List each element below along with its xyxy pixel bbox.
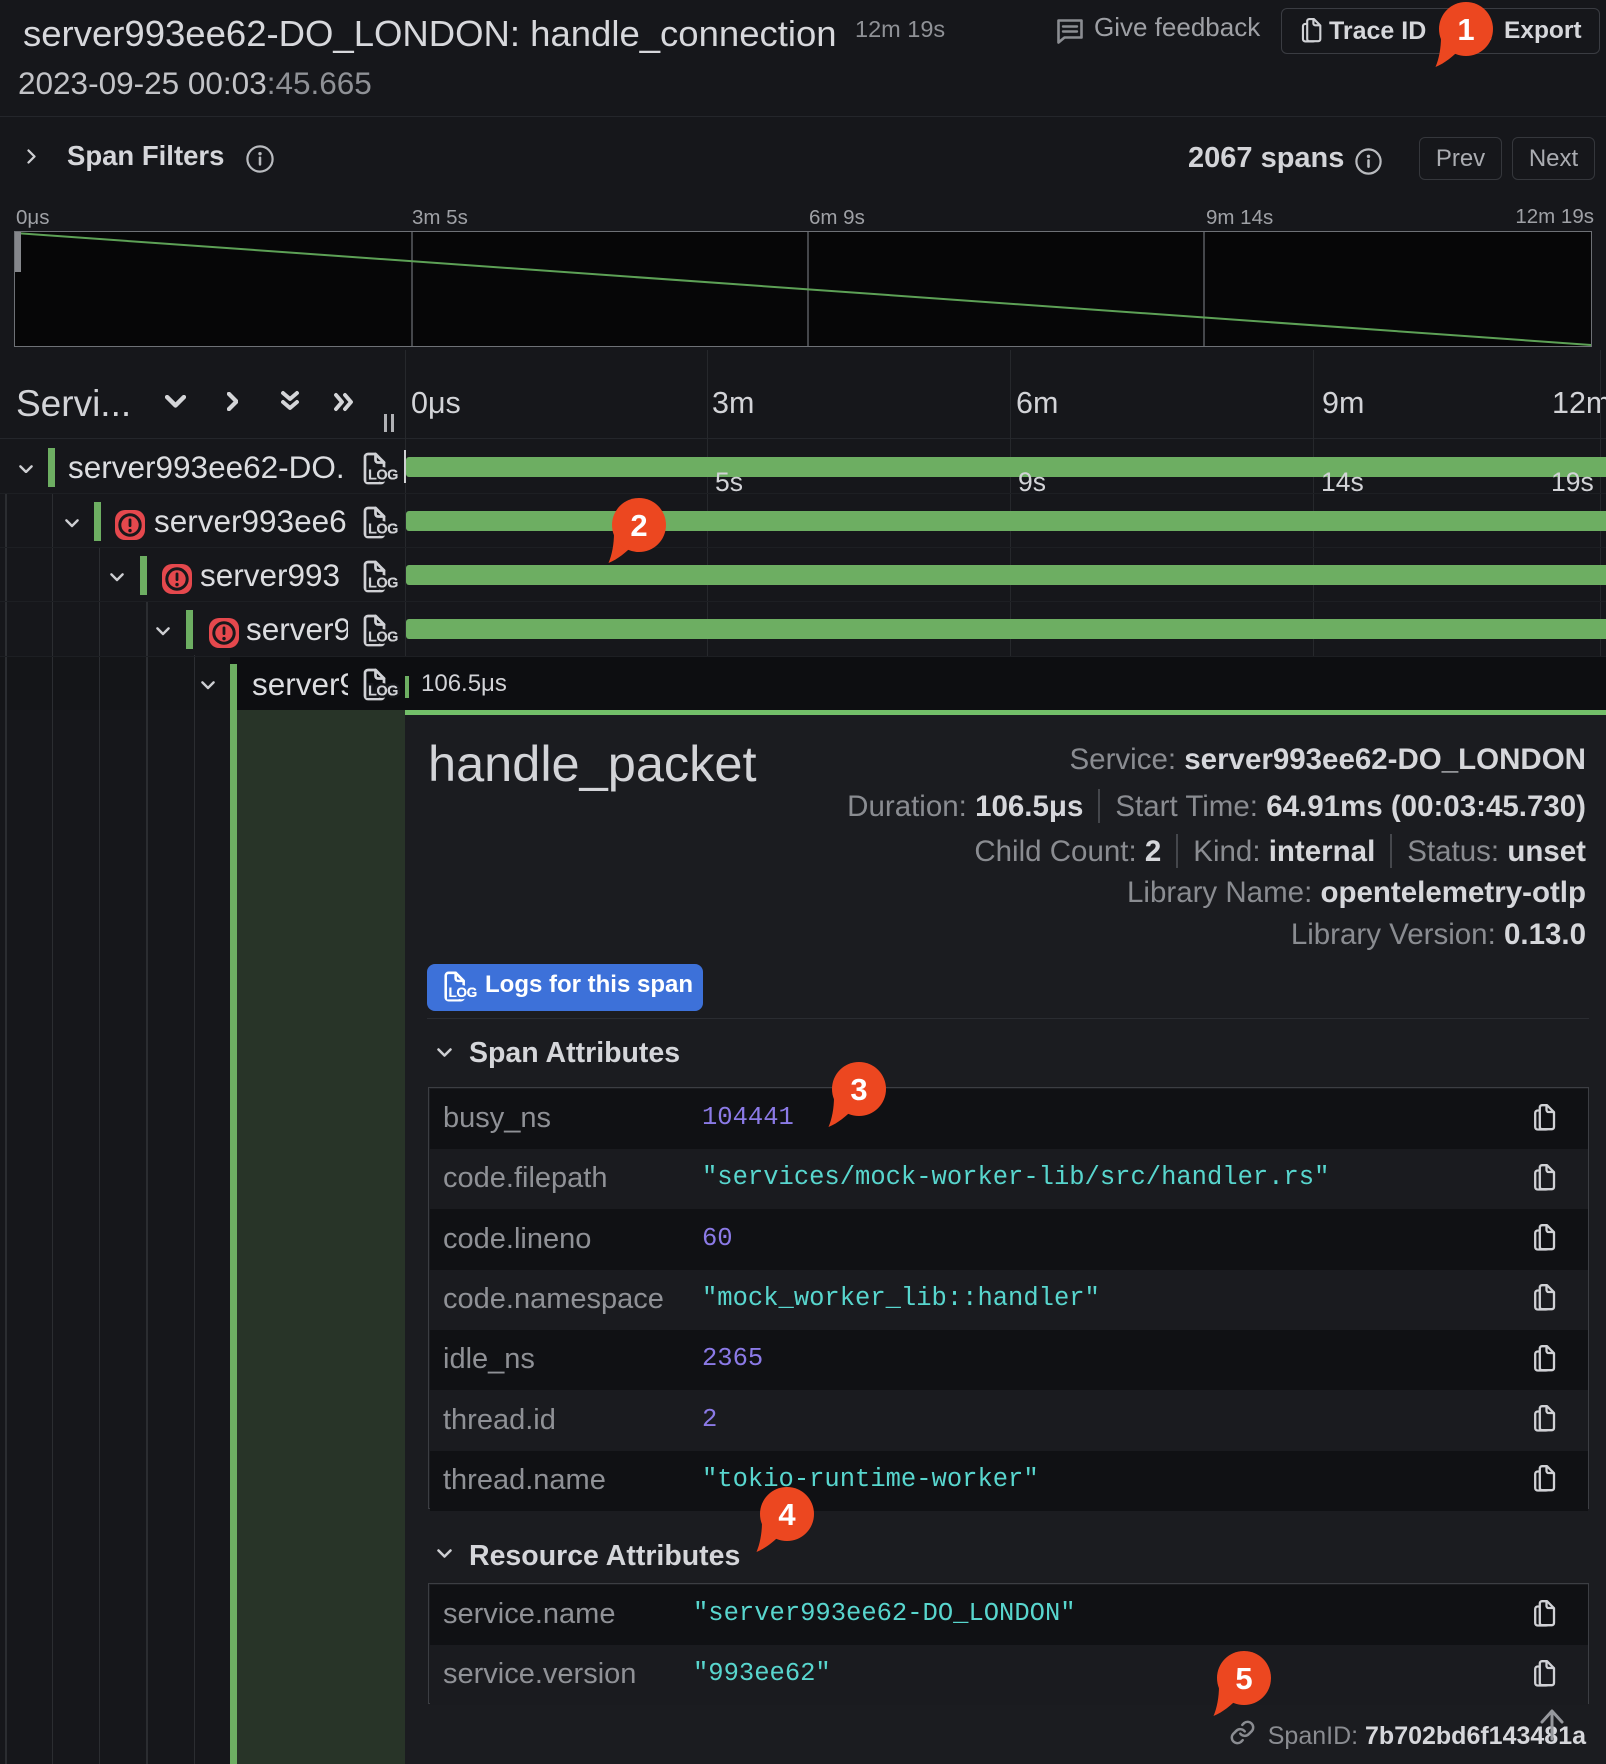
svg-text:1: 1 [1457,12,1474,47]
svg-text:4: 4 [778,1497,796,1532]
svg-text:LOG: LOG [368,630,398,646]
svg-text:LOG: LOG [449,985,477,1000]
svg-text:LOG: LOG [368,522,398,538]
svg-text:5: 5 [1235,1661,1252,1696]
svg-text:LOG: LOG [368,576,398,592]
svg-text:3: 3 [850,1072,867,1107]
svg-text:2: 2 [630,508,647,543]
svg-text:LOG: LOG [368,684,398,700]
svg-text:LOG: LOG [368,468,398,484]
